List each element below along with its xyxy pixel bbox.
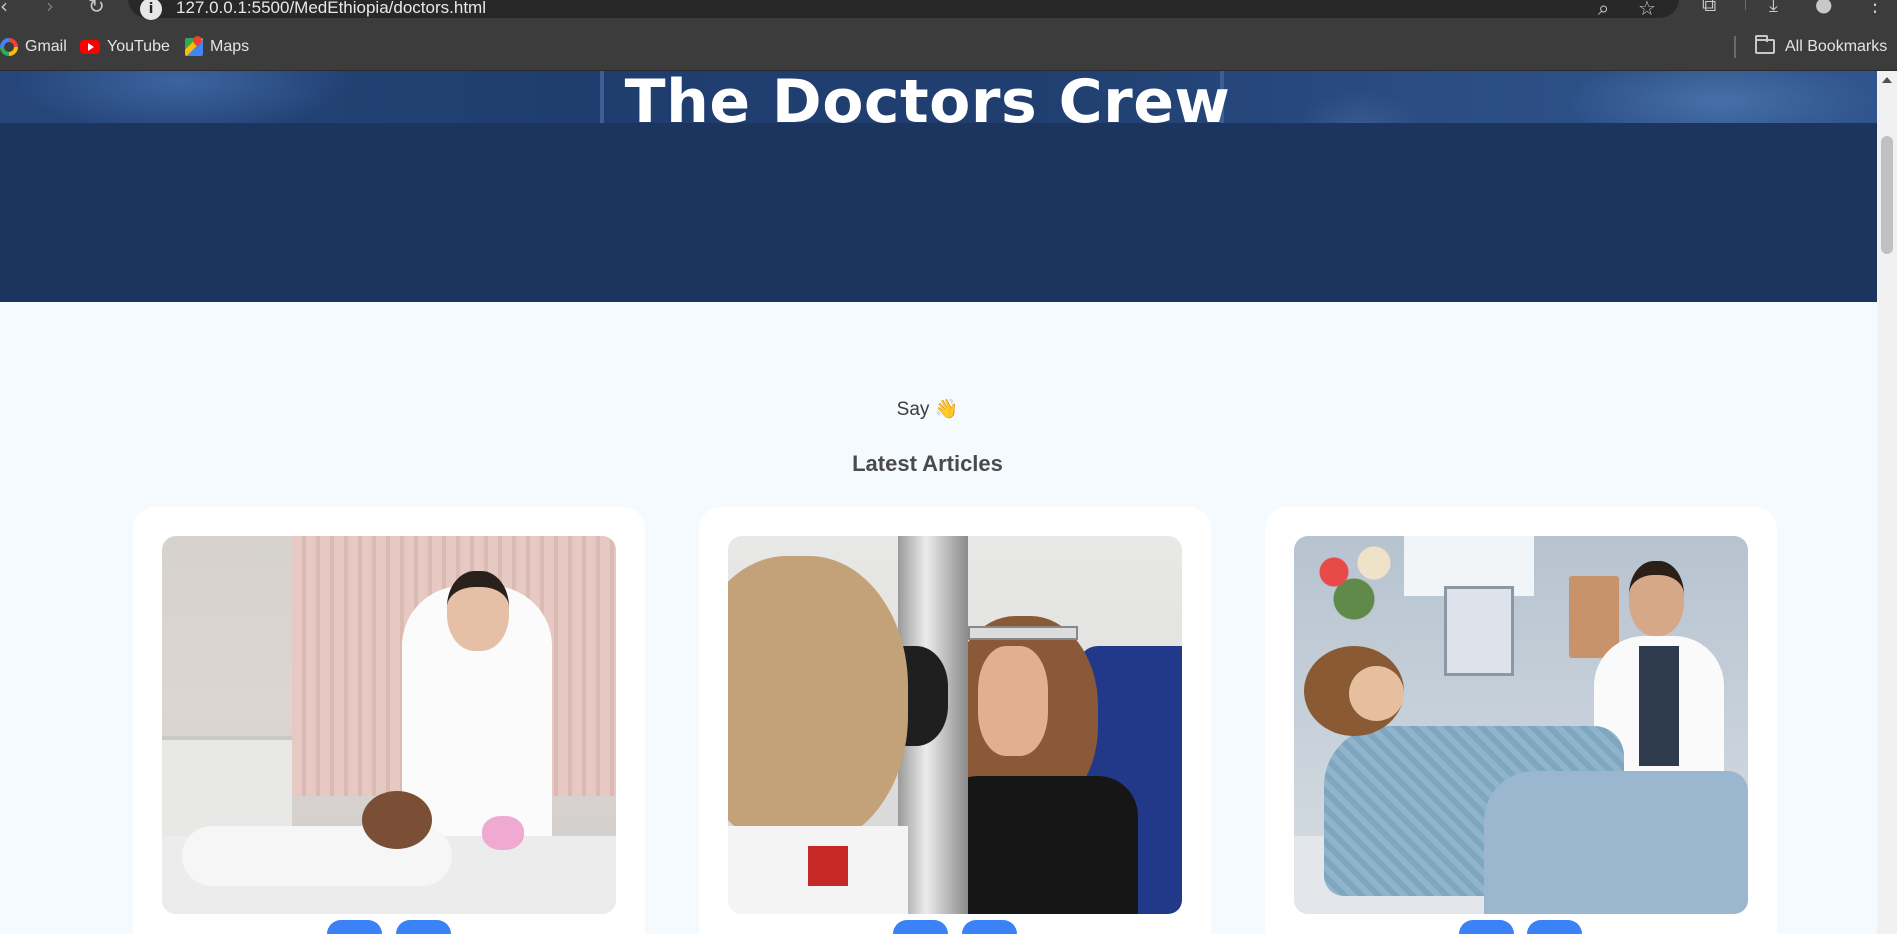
- page-viewport: The Doctors Crew Say 👋 Latest Articles: [0, 71, 1897, 934]
- article-action-button[interactable]: [1459, 920, 1514, 934]
- article-action-button[interactable]: [327, 920, 382, 934]
- search-icon[interactable]: ⌕: [1598, 0, 1609, 20]
- all-bookmarks-label: All Bookmarks: [1785, 37, 1888, 55]
- hospital-patient-with-doctor-photo[interactable]: [1294, 536, 1748, 914]
- article-action-button[interactable]: [1527, 920, 1582, 934]
- hero-banner: The Doctors Crew: [0, 71, 1877, 302]
- bookmarks-divider: [1734, 36, 1736, 58]
- toolbar-divider: [1745, 0, 1746, 10]
- bookmark-maps[interactable]: Maps: [185, 22, 249, 71]
- all-bookmarks-button[interactable]: All Bookmarks: [1755, 22, 1887, 71]
- bookmark-star-icon[interactable]: ☆: [1638, 0, 1656, 20]
- article-action-button[interactable]: [893, 920, 948, 934]
- article-card[interactable]: [133, 507, 645, 934]
- forward-icon[interactable]: ›: [46, 0, 54, 18]
- article-card[interactable]: [699, 507, 1211, 934]
- page-scrollbar[interactable]: [1877, 71, 1897, 934]
- article-action-button[interactable]: [396, 920, 451, 934]
- bookmark-label: Maps: [210, 37, 250, 55]
- gmail-icon: [0, 37, 18, 56]
- bookmark-label: YouTube: [107, 37, 170, 55]
- address-bar[interactable]: i 127.0.0.1:5500/MedEthiopia/doctors.htm…: [128, 0, 1679, 20]
- back-icon[interactable]: ‹: [0, 0, 8, 18]
- bookmark-label: Gmail: [25, 37, 67, 55]
- bookmark-gmail[interactable]: Gmail: [0, 22, 67, 71]
- article-card[interactable]: [1265, 507, 1777, 934]
- article-action-button[interactable]: [962, 920, 1017, 934]
- page-title: The Doctors Crew: [624, 71, 1231, 137]
- reload-icon[interactable]: ↻: [88, 0, 105, 18]
- say-label: Say: [896, 399, 930, 420]
- youtube-icon: [80, 39, 100, 54]
- browser-toolbar: ‹ › ↻ i 127.0.0.1:5500/MedEthiopia/docto…: [0, 0, 1897, 22]
- say-hello-text: Say 👋: [0, 397, 1855, 421]
- profile-icon[interactable]: ●: [1815, 0, 1832, 16]
- extensions-icon[interactable]: ⧉: [1702, 0, 1716, 16]
- waving-hand-icon: 👋: [934, 398, 959, 420]
- menu-icon[interactable]: ⋮: [1865, 0, 1885, 16]
- bookmarks-bar: Gmail YouTube Maps All Bookmarks: [0, 22, 1897, 71]
- latest-articles-heading: Latest Articles: [852, 451, 1003, 476]
- maps-icon: [185, 37, 203, 56]
- eye-examination-photo[interactable]: [728, 536, 1182, 914]
- bookmark-youtube[interactable]: YouTube: [80, 22, 170, 71]
- doctor-attending-patient-photo[interactable]: [162, 536, 616, 914]
- download-icon[interactable]: ⤓: [1769, 0, 1778, 16]
- address-url[interactable]: 127.0.0.1:5500/MedEthiopia/doctors.html: [176, 0, 486, 18]
- scroll-up-arrow-icon[interactable]: [1882, 77, 1892, 83]
- scrollbar-thumb[interactable]: [1881, 136, 1893, 254]
- folder-icon: [1755, 35, 1775, 54]
- site-info-icon[interactable]: i: [140, 0, 162, 20]
